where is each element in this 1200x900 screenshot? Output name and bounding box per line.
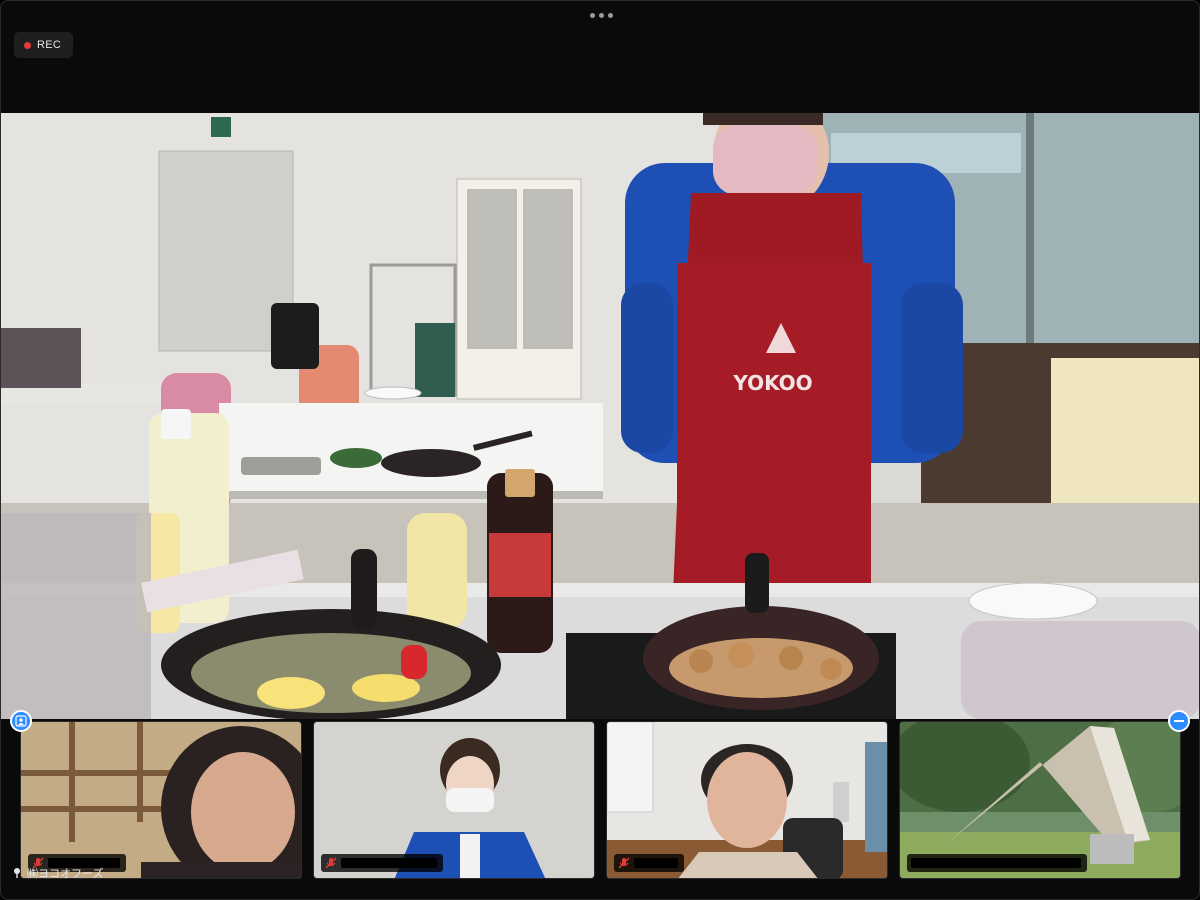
participant-tile[interactable] xyxy=(313,721,595,879)
participant-tile[interactable] xyxy=(899,721,1181,879)
more-dots-icon[interactable] xyxy=(587,9,615,21)
apron-logo-text: YOKOO xyxy=(732,371,812,395)
redacted-name xyxy=(911,858,1081,868)
participant-tile[interactable] xyxy=(20,721,302,879)
recording-badge: REC xyxy=(14,32,74,58)
participant-name-tag xyxy=(614,854,684,872)
pin-icon[interactable] xyxy=(11,867,23,879)
redacted-name xyxy=(634,858,678,868)
main-speaker-video[interactable]: YOKOO xyxy=(1,113,1199,719)
participant-name-tag xyxy=(321,854,443,872)
mic-muted-icon xyxy=(618,857,630,869)
participant-name-tag xyxy=(907,854,1087,872)
redacted-name xyxy=(341,858,437,868)
participant-tile[interactable] xyxy=(606,721,888,879)
active-speaker-label: ㈱ヨコオフーズ xyxy=(11,865,103,881)
active-speaker-name: ㈱ヨコオフーズ xyxy=(27,867,104,880)
recording-label: REC xyxy=(37,39,62,51)
participant-gallery: ㈱ヨコオフーズ xyxy=(1,719,1199,885)
meeting-window: REC YOKOO ㈱ヨコオフーズ xyxy=(0,0,1200,900)
kitchen-scene: YOKOO xyxy=(1,113,1199,719)
self-view-icon[interactable] xyxy=(10,710,32,732)
minimize-icon[interactable] xyxy=(1168,710,1190,732)
record-dot-icon xyxy=(24,41,31,49)
mic-muted-icon xyxy=(325,857,337,869)
